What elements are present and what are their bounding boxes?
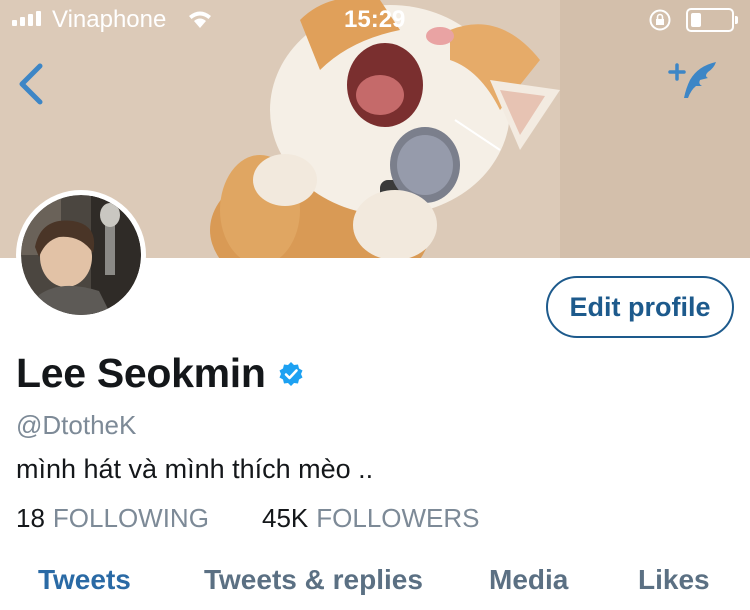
chevron-left-icon bbox=[19, 63, 43, 105]
profile-bio: mình hát và mình thích mèo .. bbox=[16, 454, 374, 484]
name-row: Lee Seokmin bbox=[16, 350, 304, 397]
compose-tweet-icon bbox=[668, 62, 716, 98]
followers-count: 45K bbox=[262, 503, 309, 533]
avatar[interactable] bbox=[16, 190, 146, 320]
back-button[interactable] bbox=[12, 58, 52, 110]
rotation-lock-icon bbox=[649, 9, 671, 31]
avatar-photo bbox=[21, 195, 141, 315]
tab-likes[interactable]: Likes bbox=[638, 564, 710, 596]
tab-tweets-and-replies[interactable]: Tweets & replies bbox=[204, 564, 423, 596]
following-label: FOLLOWING bbox=[52, 503, 209, 533]
tab-tweets[interactable]: Tweets bbox=[38, 564, 131, 596]
edit-profile-button[interactable]: Edit profile bbox=[546, 276, 734, 338]
status-bar: Vinaphone 15:29 bbox=[0, 0, 750, 40]
signal-strength-icon bbox=[12, 10, 41, 26]
display-name: Lee Seokmin bbox=[16, 350, 266, 396]
follow-stats: 18 FOLLOWING 45K FOLLOWERS bbox=[16, 503, 480, 534]
tab-media[interactable]: Media bbox=[489, 564, 568, 596]
following-count: 18 bbox=[16, 503, 45, 533]
carrier-name: Vinaphone bbox=[52, 6, 167, 33]
wifi-icon bbox=[189, 11, 211, 28]
battery-icon bbox=[686, 8, 738, 32]
followers-label: FOLLOWERS bbox=[316, 503, 480, 533]
verified-badge-icon bbox=[279, 361, 303, 386]
followers-stat[interactable]: 45K FOLLOWERS bbox=[262, 503, 480, 534]
clock-time: 15:29 bbox=[344, 6, 406, 33]
compose-tweet-button[interactable] bbox=[664, 58, 724, 106]
following-stat[interactable]: 18 FOLLOWING bbox=[16, 503, 262, 534]
profile-handle: @DtotheK bbox=[16, 410, 137, 440]
